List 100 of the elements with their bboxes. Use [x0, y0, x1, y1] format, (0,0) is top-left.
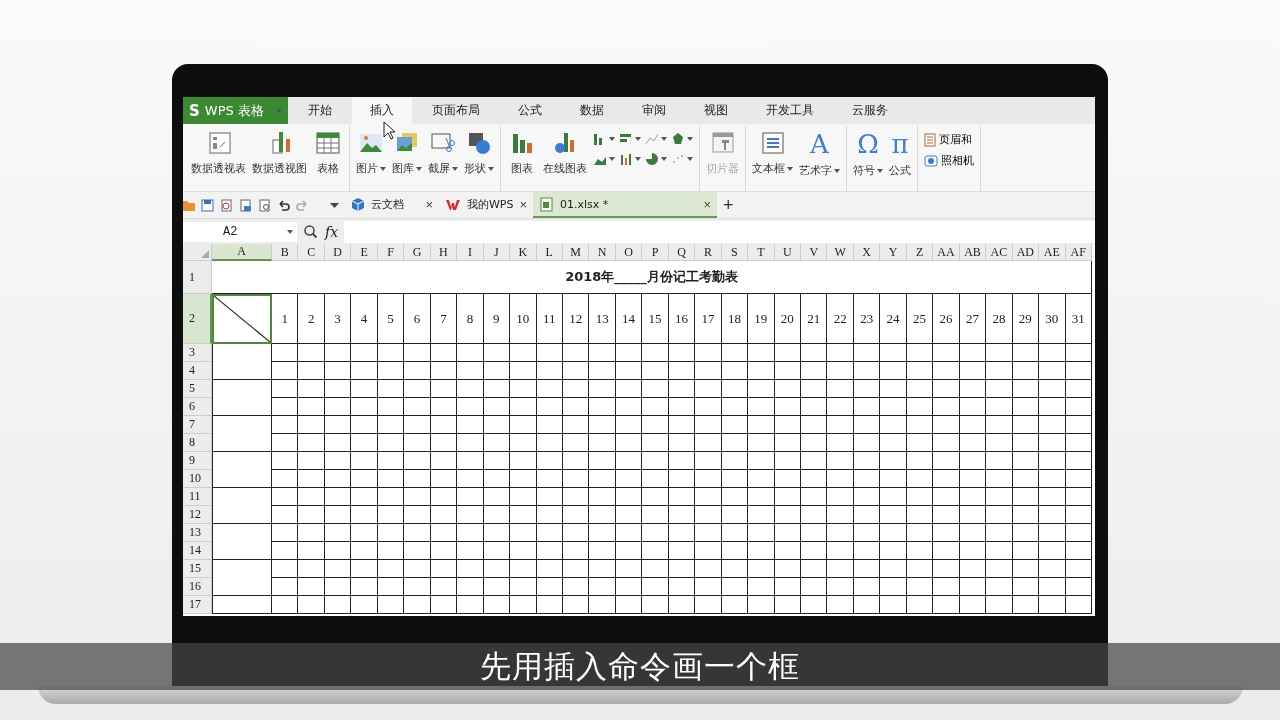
row-header[interactable]: 13: [183, 524, 212, 542]
app-menu-button[interactable]: S WPS 表格: [183, 97, 288, 124]
row-header[interactable]: 2: [183, 294, 212, 344]
column-header[interactable]: W: [827, 244, 854, 261]
row-header[interactable]: 17: [183, 596, 212, 614]
row-header[interactable]: 1: [183, 261, 212, 294]
menu-tab[interactable]: 插入: [352, 97, 412, 124]
column-header[interactable]: D: [324, 244, 352, 261]
document-tab[interactable]: 我的WPS ×: [439, 192, 533, 218]
close-tab-button[interactable]: ×: [519, 196, 527, 212]
column-header[interactable]: P: [642, 244, 669, 261]
column-header[interactable]: T: [748, 244, 775, 261]
row-header[interactable]: 10: [183, 470, 212, 488]
column-header[interactable]: O: [615, 244, 643, 261]
column-header[interactable]: AF: [1065, 244, 1092, 261]
day-number: 26: [933, 294, 960, 344]
ribbon-button[interactable]: Ω 符号: [851, 126, 885, 191]
ribbon-button[interactable]: 照相机: [922, 153, 976, 168]
column-header[interactable]: X: [853, 244, 881, 261]
menu-tab[interactable]: 开始: [290, 97, 350, 124]
row-header[interactable]: 15: [183, 560, 212, 578]
formula-input[interactable]: [344, 220, 1095, 243]
caret-icon: [687, 157, 693, 161]
sheet-title: 2018年_____月份记工考勤表: [212, 261, 1092, 294]
column-header[interactable]: AC: [986, 244, 1013, 261]
document-tab[interactable]: 01.xlsx * ×: [533, 192, 717, 218]
row-header[interactable]: 3: [183, 344, 212, 362]
zoom-icon: [303, 223, 319, 240]
name-box[interactable]: A2: [183, 221, 297, 242]
pie-chart-icon[interactable]: [645, 152, 659, 166]
column-header[interactable]: AE: [1039, 244, 1066, 261]
column-header[interactable]: N: [589, 244, 616, 261]
column-header[interactable]: H: [430, 244, 458, 261]
table-icon: [313, 130, 343, 156]
column-header[interactable]: K: [510, 244, 537, 261]
menu-tab[interactable]: 数据: [562, 97, 622, 124]
day-number: 25: [906, 294, 934, 344]
close-tab-button[interactable]: ×: [703, 196, 711, 212]
column-header[interactable]: B: [272, 244, 299, 261]
column-header[interactable]: Z: [906, 244, 934, 261]
ribbon-button[interactable]: 页眉和: [922, 132, 976, 147]
column-header[interactable]: AA: [933, 244, 960, 261]
column-header[interactable]: E: [351, 244, 378, 261]
menu-tab[interactable]: 开发工具: [748, 97, 832, 124]
row-header[interactable]: 12: [183, 506, 212, 524]
column-header[interactable]: C: [298, 244, 325, 261]
column-header[interactable]: M: [562, 244, 590, 261]
print-preview-icon: [257, 197, 272, 213]
day-number: 19: [748, 294, 775, 344]
row-header[interactable]: 5: [183, 380, 212, 398]
column-header[interactable]: V: [801, 244, 828, 261]
spreadsheet-file-icon: [539, 196, 554, 212]
day-number: 13: [589, 294, 616, 344]
row-header[interactable]: 7: [183, 416, 212, 434]
column-header[interactable]: AB: [959, 244, 987, 261]
ribbon-button[interactable]: 数据透视表: [189, 126, 248, 191]
ribbon-button[interactable]: 图表: [505, 126, 539, 191]
row-header[interactable]: 16: [183, 578, 212, 596]
column-header[interactable]: R: [695, 244, 722, 261]
ribbon-button[interactable]: 表格: [311, 126, 345, 191]
function-label[interactable]: fx: [325, 223, 339, 240]
day-number: 24: [880, 294, 907, 344]
menu-tab[interactable]: 视图: [686, 97, 746, 124]
column-header[interactable]: L: [536, 244, 563, 261]
day-number: 11: [536, 294, 563, 344]
column-header[interactable]: AD: [1012, 244, 1040, 261]
row-header[interactable]: 11: [183, 488, 212, 506]
column-header[interactable]: F: [377, 244, 405, 261]
day-number: 17: [695, 294, 722, 344]
column-header[interactable]: J: [483, 244, 511, 261]
column-header[interactable]: U: [774, 244, 802, 261]
column-header[interactable]: Q: [668, 244, 696, 261]
column-header[interactable]: G: [404, 244, 431, 261]
row-header[interactable]: 9: [183, 452, 212, 470]
ribbon-button[interactable]: 在线图表: [541, 126, 589, 191]
ribbon-button[interactable]: 截屏: [426, 126, 460, 191]
column-header[interactable]: I: [457, 244, 484, 261]
new-tab-button[interactable]: +: [717, 192, 740, 218]
row-header[interactable]: 8: [183, 434, 212, 452]
row-header[interactable]: 14: [183, 542, 212, 560]
day-number: 15: [642, 294, 669, 344]
ribbon-button[interactable]: 数据透视图: [250, 126, 309, 191]
radar-chart-icon[interactable]: [671, 132, 685, 146]
row-header[interactable]: 6: [183, 398, 212, 416]
ribbon-button[interactable]: 文本框: [750, 126, 795, 191]
column-header[interactable]: A: [212, 244, 272, 261]
ribbon-button[interactable]: A 艺术字: [797, 126, 842, 191]
ribbon-button[interactable]: π 公式: [887, 126, 913, 191]
column-header[interactable]: Y: [880, 244, 907, 261]
close-tab-button[interactable]: ×: [425, 196, 433, 212]
ribbon-button[interactable]: 图库: [390, 126, 424, 191]
document-tab[interactable]: 云文档 ×: [345, 192, 439, 218]
menu-tab[interactable]: 公式: [500, 97, 560, 124]
ribbon-button[interactable]: 形状: [462, 126, 496, 191]
menu-tab[interactable]: 云服务: [834, 97, 906, 124]
menu-tab[interactable]: 页面布局: [414, 97, 498, 124]
stock-chart-icon[interactable]: [619, 152, 633, 166]
row-header[interactable]: 4: [183, 362, 212, 380]
column-header[interactable]: S: [721, 244, 749, 261]
menu-tab[interactable]: 审阅: [624, 97, 684, 124]
